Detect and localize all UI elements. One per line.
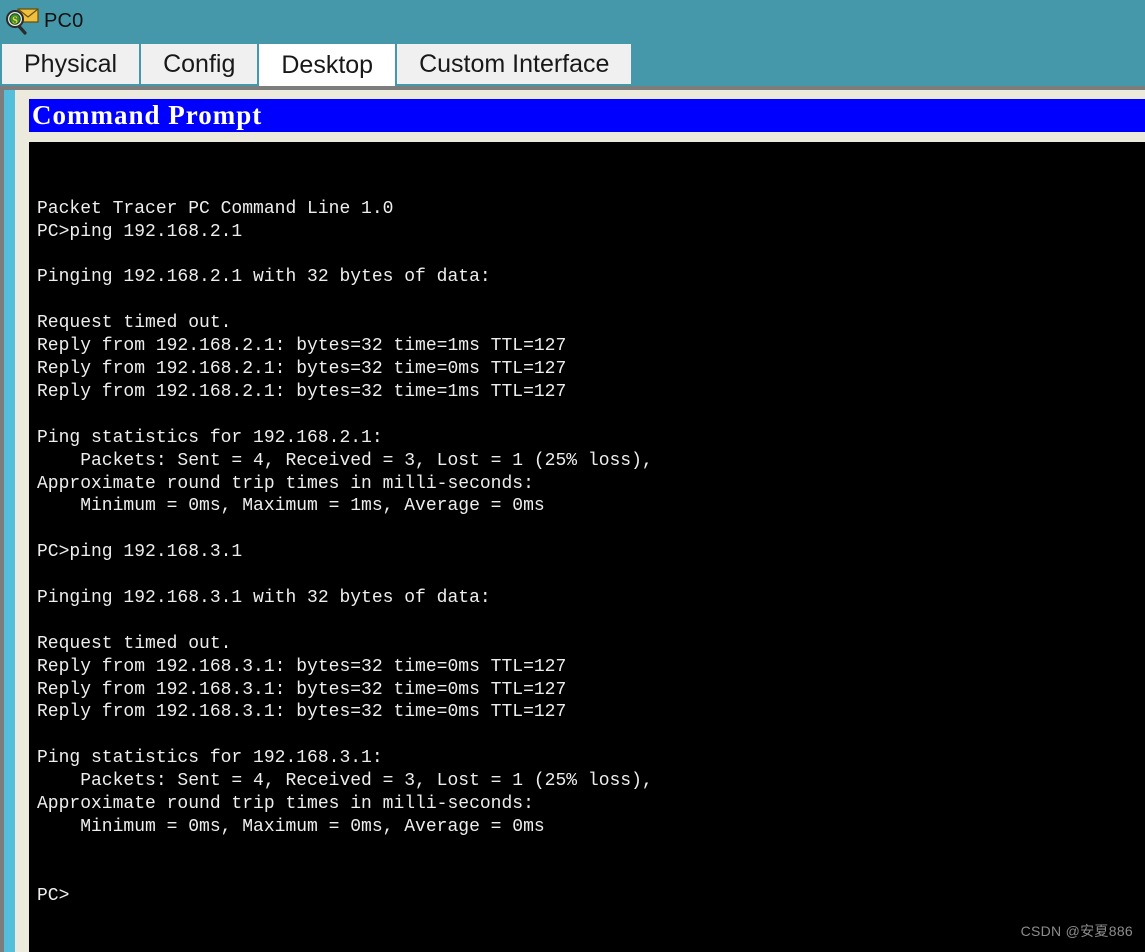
- tab-config[interactable]: Config: [141, 44, 260, 84]
- watermark: CSDN @安夏886: [1020, 923, 1133, 940]
- terminal-line: Reply from 192.168.3.1: bytes=32 time=0m…: [37, 679, 567, 700]
- tabstrip-filler: [633, 44, 1145, 86]
- desktop-panel-body: Command Prompt Packet Tracer PC Command …: [15, 90, 1145, 952]
- terminal-line: PC>ping 192.168.3.1: [37, 542, 243, 563]
- terminal-line: Packet Tracer PC Command Line 1.0: [37, 198, 394, 219]
- terminal-line: Reply from 192.168.2.1: bytes=32 time=1m…: [37, 336, 567, 357]
- inspect-envelope-icon: S: [6, 6, 40, 38]
- terminal-line: Pinging 192.168.2.1 with 32 bytes of dat…: [37, 267, 491, 288]
- tab-custom-interface[interactable]: Custom Interface: [397, 44, 634, 84]
- tab-physical[interactable]: Physical: [2, 44, 142, 84]
- terminal-output: Packet Tracer PC Command Line 1.0 PC>ping…: [37, 198, 1145, 908]
- command-prompt-terminal[interactable]: Packet Tracer PC Command Line 1.0 PC>ping…: [29, 142, 1145, 952]
- terminal-line: Ping statistics for 192.168.2.1:: [37, 427, 383, 448]
- terminal-line: Packets: Sent = 4, Received = 3, Lost = …: [37, 771, 653, 792]
- terminal-line: Reply from 192.168.3.1: bytes=32 time=0m…: [37, 656, 567, 677]
- desktop-panel-frame: Command Prompt Packet Tracer PC Command …: [0, 86, 1145, 952]
- terminal-line: Pinging 192.168.3.1 with 32 bytes of dat…: [37, 587, 491, 608]
- svg-text:S: S: [12, 15, 18, 26]
- terminal-line: PC>ping 192.168.2.1: [37, 221, 243, 242]
- terminal-line: Reply from 192.168.2.1: bytes=32 time=0m…: [37, 359, 567, 380]
- terminal-line: PC>: [37, 885, 70, 906]
- device-tabs: Physical Config Desktop Custom Interface: [0, 44, 1145, 86]
- terminal-line: Ping statistics for 192.168.3.1:: [37, 748, 383, 769]
- terminal-line: Request timed out.: [37, 633, 232, 654]
- command-prompt-header: Command Prompt: [29, 99, 1145, 132]
- terminal-line: Request timed out.: [37, 313, 232, 334]
- terminal-line: Approximate round trip times in milli-se…: [37, 793, 534, 814]
- window-titlebar: S PC0: [0, 0, 1145, 44]
- terminal-line: Approximate round trip times in milli-se…: [37, 473, 534, 494]
- window-title: PC0: [44, 10, 84, 32]
- terminal-line: Reply from 192.168.3.1: bytes=32 time=0m…: [37, 702, 567, 723]
- terminal-line: Minimum = 0ms, Maximum = 0ms, Average = …: [37, 816, 545, 837]
- terminal-line: Packets: Sent = 4, Received = 3, Lost = …: [37, 450, 653, 471]
- tab-desktop[interactable]: Desktop: [259, 44, 398, 86]
- desktop-panel-accent: Command Prompt Packet Tracer PC Command …: [4, 90, 1145, 952]
- terminal-line: Reply from 192.168.2.1: bytes=32 time=1m…: [37, 381, 567, 402]
- terminal-line: Minimum = 0ms, Maximum = 1ms, Average = …: [37, 496, 545, 517]
